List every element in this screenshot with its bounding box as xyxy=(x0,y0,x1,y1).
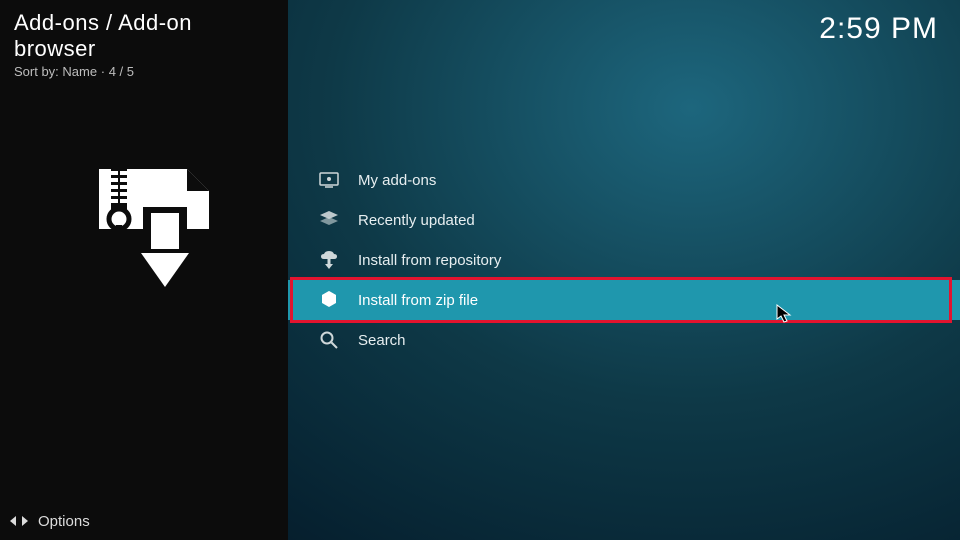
clock: 2:59 PM xyxy=(819,12,938,46)
header: Add-ons / Add-on browser Sort by: Name ·… xyxy=(0,0,288,83)
my-addons-icon xyxy=(318,169,340,191)
recently-updated-icon xyxy=(318,209,340,231)
addon-menu: My add-ons Recently updated Install from… xyxy=(288,160,960,360)
menu-item-install-zip[interactable]: Install from zip file xyxy=(288,280,960,320)
list-position: 4 / 5 xyxy=(109,64,134,79)
menu-item-recently-updated[interactable]: Recently updated xyxy=(288,200,960,240)
sort-label: Sort by: xyxy=(14,64,59,79)
options-arrows-icon xyxy=(10,512,28,530)
install-repo-icon xyxy=(318,249,340,271)
menu-item-label: Recently updated xyxy=(358,212,475,229)
menu-item-label: My add-ons xyxy=(358,172,436,189)
sidebar: Add-ons / Add-on browser Sort by: Name ·… xyxy=(0,0,288,540)
menu-item-label: Search xyxy=(358,332,406,349)
breadcrumb: Add-ons / Add-on browser xyxy=(14,10,274,62)
sort-line: Sort by: Name · 4 / 5 xyxy=(14,64,274,79)
main-panel: 2:59 PM My add-ons Recently updated xyxy=(288,0,960,540)
menu-item-search[interactable]: Search xyxy=(288,320,960,360)
zip-download-icon xyxy=(69,163,219,303)
menu-item-install-repository[interactable]: Install from repository xyxy=(288,240,960,280)
sort-value: Name xyxy=(62,64,97,79)
menu-item-label: Install from repository xyxy=(358,252,501,269)
options-label: Options xyxy=(38,513,90,530)
category-graphic xyxy=(0,163,288,303)
options-button[interactable]: Options xyxy=(10,512,90,530)
search-icon xyxy=(318,329,340,351)
menu-item-label: Install from zip file xyxy=(358,292,478,309)
install-zip-icon xyxy=(318,289,340,311)
menu-item-my-addons[interactable]: My add-ons xyxy=(288,160,960,200)
